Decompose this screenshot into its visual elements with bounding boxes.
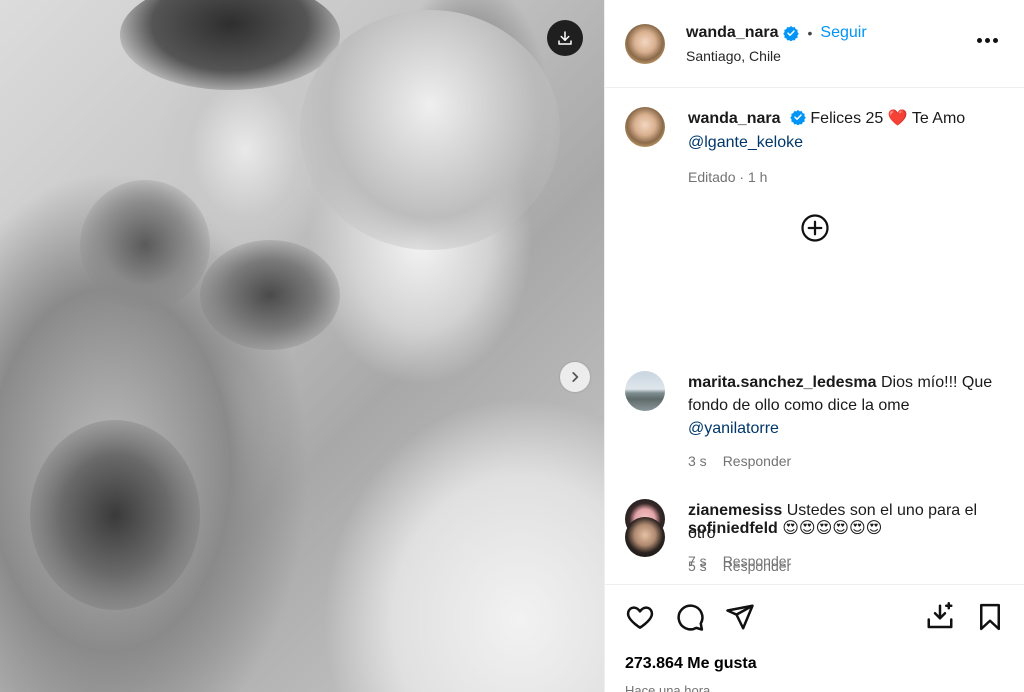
posted-time: Hace una hora — [625, 683, 711, 692]
bookmark-icon[interactable] — [975, 602, 1005, 632]
photo-shade — [30, 420, 200, 610]
post-username[interactable]: wanda_nara — [686, 24, 778, 42]
reply-button[interactable]: Responder — [723, 450, 792, 473]
save-to-collection-icon[interactable] — [925, 602, 955, 632]
follow-button[interactable]: Seguir — [820, 24, 866, 42]
comment-time[interactable]: 3 s — [688, 450, 707, 473]
likes-count[interactable]: 273.864 Me gusta — [605, 655, 1024, 673]
comment-mention[interactable]: @yanilatorre — [688, 420, 779, 437]
comment-item: marita.sanchez_ledesma Dios mío!!! Que f… — [605, 371, 1024, 473]
avatar[interactable] — [625, 107, 665, 147]
avatar[interactable] — [625, 371, 665, 411]
comment-time[interactable]: 7 s — [688, 550, 707, 573]
verified-icon — [790, 110, 806, 125]
reply-button[interactable]: Responder — [723, 550, 792, 573]
photo-shade — [300, 10, 560, 250]
comment-item: sofiniedfeld 😍😍😍😍😍😍 7 s Responder — [605, 517, 1024, 573]
comment-username[interactable]: sofiniedfeld — [688, 520, 778, 537]
comment-icon[interactable] — [675, 602, 705, 632]
share-icon[interactable] — [725, 602, 755, 632]
post-location[interactable]: Santiago, Chile — [686, 48, 867, 64]
heart-emoji: ❤️ — [887, 110, 908, 127]
avatar[interactable] — [625, 517, 665, 557]
plus-circle-icon[interactable] — [800, 213, 830, 243]
comment-username[interactable]: marita.sanchez_ledesma — [688, 374, 877, 391]
caption-username[interactable]: wanda_nara — [688, 110, 780, 127]
photo-shade — [200, 240, 340, 350]
download-button[interactable] — [547, 20, 583, 56]
next-photo-button[interactable] — [560, 362, 590, 392]
more-icon — [993, 38, 998, 43]
comments-section: wanda_nara Felices 25 ❤️ Te Amo @lgante_… — [605, 88, 1024, 584]
heart-icon[interactable] — [625, 602, 655, 632]
edited-label: Editado — [688, 169, 736, 185]
photo-shade — [120, 0, 340, 90]
caption-mention[interactable]: @lgante_keloke — [688, 134, 803, 151]
chevron-right-icon — [572, 372, 579, 382]
more-options-button[interactable] — [973, 34, 1002, 47]
post-photo — [0, 0, 604, 692]
caption-text-after: Te Amo — [911, 110, 966, 127]
avatar[interactable] — [625, 23, 665, 64]
photo-shade — [80, 180, 210, 310]
post-sidebar: wanda_nara • Seguir Santiago, Chile wand… — [604, 0, 1024, 692]
caption-time[interactable]: 1 h — [748, 169, 767, 185]
more-icon — [985, 38, 990, 43]
more-icon — [977, 38, 982, 43]
separator-dot: • — [807, 24, 813, 41]
post-caption: wanda_nara Felices 25 ❤️ Te Amo @lgante_… — [605, 88, 1024, 189]
post-header: wanda_nara • Seguir Santiago, Chile — [605, 0, 1024, 88]
verified-icon — [783, 25, 800, 41]
post-actions: 273.864 Me gusta Hace una hora — [605, 584, 1024, 692]
caption-text: Felices 25 — [810, 110, 884, 127]
comment-text: 😍😍😍😍😍😍 — [782, 520, 883, 537]
download-icon — [558, 31, 572, 45]
